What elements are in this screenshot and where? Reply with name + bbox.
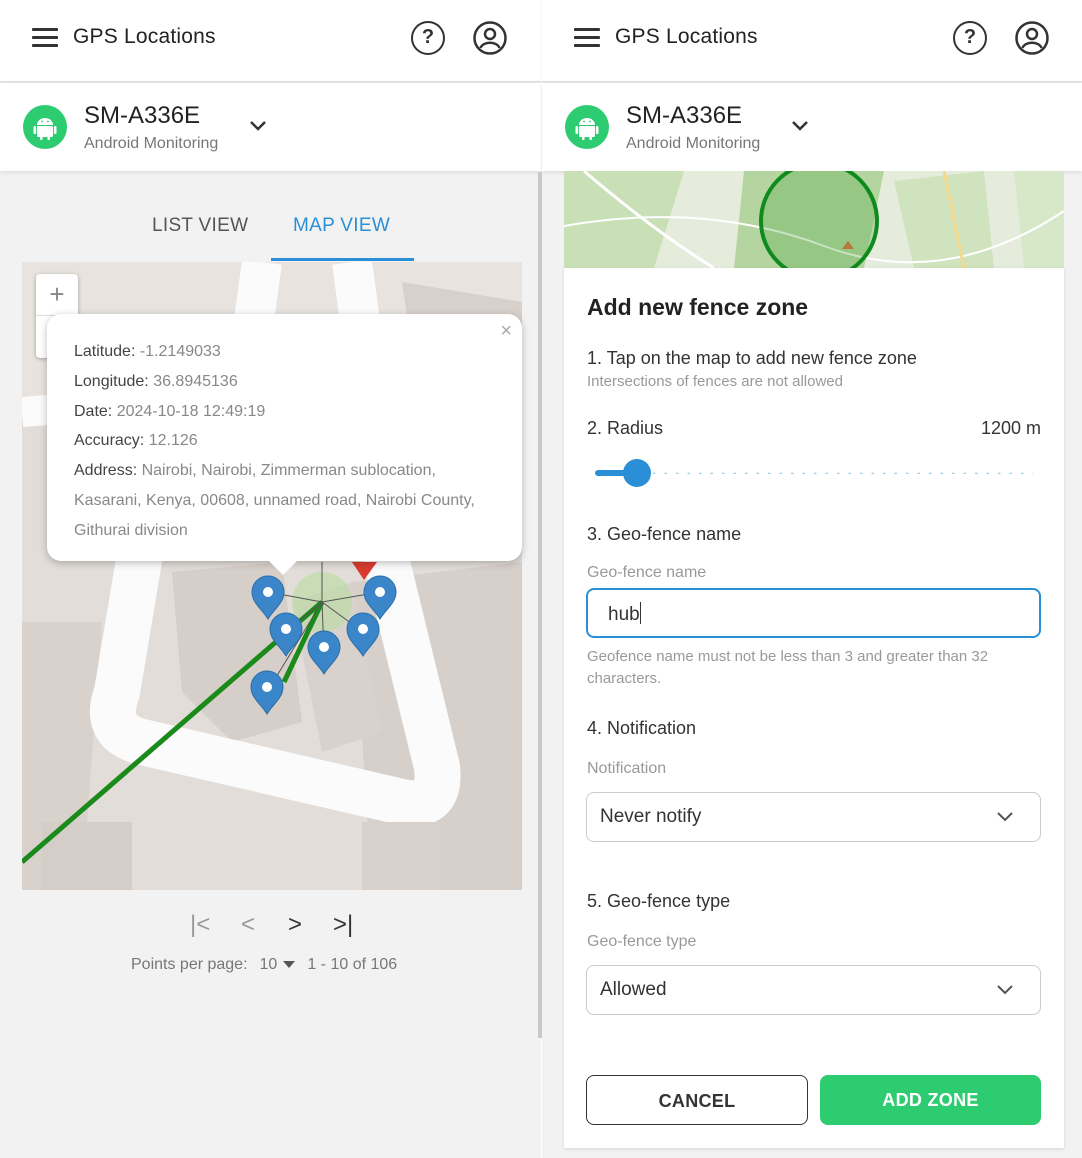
map-pin-icon[interactable] xyxy=(251,575,285,620)
slider-track xyxy=(637,472,1033,474)
slider-thumb[interactable] xyxy=(623,459,651,487)
step-1-hint: Intersections of fences are not allowed xyxy=(587,373,843,390)
popup-address: Address: Nairobi, Nairobi, Zimmerman sub… xyxy=(74,462,475,539)
per-page-select[interactable]: 10 xyxy=(260,956,278,973)
caret-down-icon[interactable] xyxy=(283,961,296,969)
chevron-down-icon[interactable] xyxy=(790,119,810,133)
chevron-down-icon xyxy=(997,985,1013,995)
app-title: GPS Locations xyxy=(73,25,216,48)
popup-date: Date: 2024-10-18 12:49:19 xyxy=(74,402,266,420)
android-icon xyxy=(23,105,67,149)
name-hint: Geofence name must not be less than 3 an… xyxy=(587,648,989,687)
radius-value: 1200 m xyxy=(980,418,1041,438)
next-page-icon[interactable]: > xyxy=(288,911,302,939)
add-fence-card: Add new fence zone 1. Tap on the map to … xyxy=(564,268,1064,1148)
type-value: Allowed xyxy=(600,979,667,1000)
device-selector[interactable]: SM-A336E Android Monitoring xyxy=(0,83,541,171)
step-1-label: 1. Tap on the map to add new fence zone xyxy=(587,348,917,368)
zoom-in-button[interactable]: + xyxy=(36,274,78,316)
app-title: GPS Locations xyxy=(615,25,758,48)
geofence-type-select[interactable]: Allowed xyxy=(586,965,1041,1015)
top-app-bar: GPS Locations ? xyxy=(542,0,1082,82)
account-icon[interactable] xyxy=(473,21,507,55)
map-pin-icon[interactable] xyxy=(363,575,397,620)
device-subtitle: Android Monitoring xyxy=(626,135,761,152)
menu-icon[interactable] xyxy=(574,28,600,48)
tab-map-view[interactable]: MAP VIEW xyxy=(293,215,390,237)
left-screen: GPS Locations ? SM-A336E Android Monitor… xyxy=(0,0,542,1158)
step-2-label: 2. Radius xyxy=(587,418,664,438)
top-app-bar: GPS Locations ? xyxy=(0,0,541,82)
device-subtitle: Android Monitoring xyxy=(84,135,219,152)
pagination: |< < > >| xyxy=(0,905,541,945)
name-input-value: hub xyxy=(608,604,640,625)
points-per-page-label: Points per page: xyxy=(131,956,248,973)
map-pin-icon[interactable] xyxy=(307,630,341,675)
device-name: SM-A336E xyxy=(84,102,201,129)
text-cursor xyxy=(639,602,641,624)
name-field-label: Geo-fence name xyxy=(587,564,707,581)
popup-accuracy: Accuracy: 12.126 xyxy=(74,432,198,450)
step-5-label: 5. Geo-fence type xyxy=(587,891,731,911)
map-tiles xyxy=(564,171,1064,268)
radius-slider[interactable] xyxy=(595,459,1033,487)
device-name: SM-A336E xyxy=(626,102,743,129)
chevron-down-icon[interactable] xyxy=(248,119,268,133)
chevron-down-icon xyxy=(997,812,1013,822)
map-pin-icon[interactable] xyxy=(346,612,380,657)
notification-value: Never notify xyxy=(600,806,702,827)
add-zone-button[interactable]: ADD ZONE xyxy=(820,1075,1041,1125)
help-icon[interactable]: ? xyxy=(411,21,445,55)
popup-latitude: Latitude: -1.2149033 xyxy=(74,343,221,360)
last-page-icon[interactable]: >| xyxy=(333,911,353,939)
popup-longitude: Longitude: 36.8945136 xyxy=(74,372,238,390)
view-tabs: LIST VIEW MAP VIEW xyxy=(0,172,541,262)
menu-icon[interactable] xyxy=(32,28,58,48)
device-selector[interactable]: SM-A336E Android Monitoring xyxy=(542,83,1082,171)
notification-select[interactable]: Never notify xyxy=(586,792,1041,842)
help-icon[interactable]: ? xyxy=(953,21,987,55)
tab-list-view[interactable]: LIST VIEW xyxy=(152,215,248,237)
location-popup: × Latitude: -1.2149033 Longitude: 36.894… xyxy=(47,314,522,575)
right-screen: GPS Locations ? SM-A336E Android Monitor… xyxy=(542,0,1082,1158)
android-icon xyxy=(565,105,609,149)
close-icon[interactable]: × xyxy=(500,320,512,343)
first-page-icon[interactable]: |< xyxy=(190,911,210,939)
step-3-label: 3. Geo-fence name xyxy=(587,524,742,544)
notification-field-label: Notification xyxy=(587,760,667,777)
cancel-button[interactable]: CANCEL xyxy=(586,1075,808,1125)
geofence-name-input[interactable]: hub xyxy=(586,588,1041,638)
form-title: Add new fence zone xyxy=(587,294,809,320)
map-pin-icon[interactable] xyxy=(269,612,303,657)
step-4-label: 4. Notification xyxy=(587,718,697,738)
pager-info: Points per page: 10 1 - 10 of 106 xyxy=(131,956,409,974)
type-field-label: Geo-fence type xyxy=(587,933,697,950)
popup-pointer xyxy=(269,561,297,575)
account-icon[interactable] xyxy=(1015,21,1049,55)
prev-page-icon[interactable]: < xyxy=(241,911,255,939)
map-pin-icon[interactable] xyxy=(250,670,284,715)
fence-map[interactable] xyxy=(564,171,1064,268)
page-range: 1 - 10 of 106 xyxy=(307,956,398,973)
active-tab-indicator xyxy=(271,258,414,261)
